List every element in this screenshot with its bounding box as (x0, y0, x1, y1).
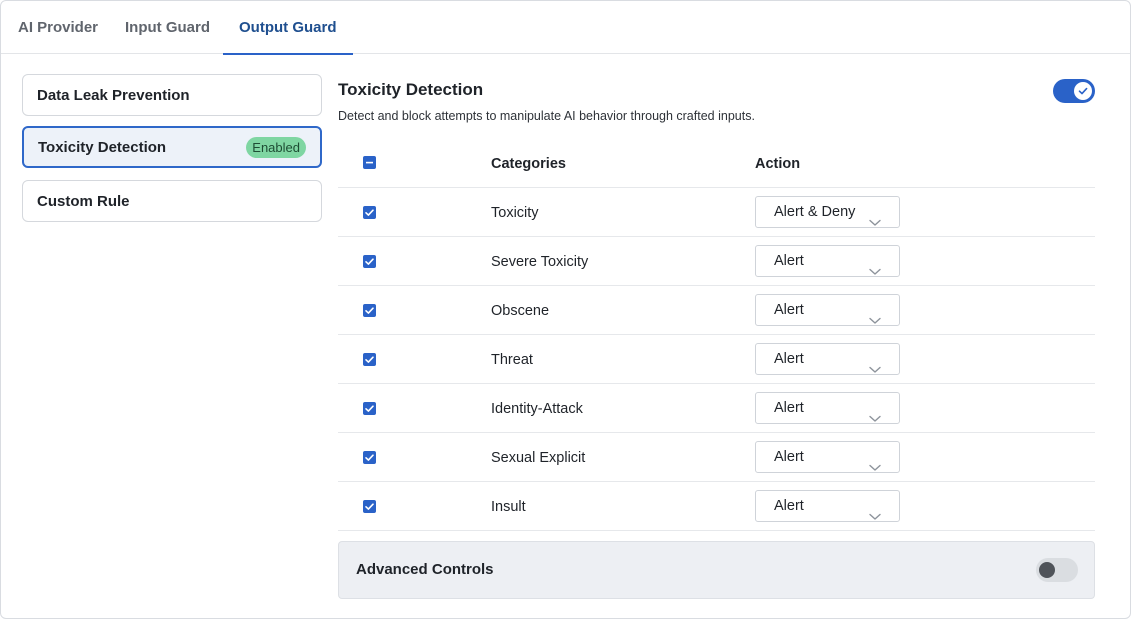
column-header-action: Action (755, 156, 801, 172)
category-name: Toxicity (491, 205, 539, 221)
check-icon (365, 258, 374, 265)
chevron-down-icon (869, 355, 881, 386)
category-name: Sexual Explicit (491, 450, 586, 466)
toggle-knob (1039, 562, 1055, 578)
table-row: Threat Alert (338, 335, 1095, 384)
toggle-knob (1074, 82, 1092, 100)
tab-output-guard[interactable]: Output Guard (223, 1, 353, 55)
action-select[interactable]: Alert (755, 441, 900, 473)
section-title: Toxicity Detection (338, 80, 484, 99)
action-select-value: Alert (774, 302, 804, 318)
action-select[interactable]: Alert (755, 245, 900, 277)
table-row: Obscene Alert (338, 286, 1095, 335)
category-name: Threat (491, 352, 533, 368)
category-checkbox[interactable] (363, 304, 376, 317)
check-icon (365, 209, 374, 216)
section-description: Detect and block attempts to manipulate … (338, 109, 755, 123)
action-select[interactable]: Alert (755, 294, 900, 326)
category-name: Obscene (491, 303, 550, 319)
chevron-down-icon (869, 453, 881, 484)
action-select-value: Alert (774, 253, 804, 269)
advanced-controls-toggle[interactable] (1036, 558, 1078, 582)
table-body: Toxicity Alert & Deny Severe Toxicity Alert… (338, 188, 1095, 531)
check-icon (365, 503, 374, 510)
toxicity-detection-toggle[interactable] (1053, 79, 1095, 103)
table-row: Insult Alert (338, 482, 1095, 531)
sidebar-item-label: Toxicity Detection (38, 139, 167, 156)
action-select-value: Alert (774, 351, 804, 367)
settings-panel: AI Provider Input Guard Output Guard Dat… (0, 0, 1131, 619)
table-row: Identity-Attack Alert (338, 384, 1095, 433)
action-select-value: Alert (774, 449, 804, 465)
table-row: Toxicity Alert & Deny (338, 188, 1095, 237)
category-checkbox[interactable] (363, 255, 376, 268)
chevron-down-icon (869, 404, 881, 435)
tab-input-guard[interactable]: Input Guard (109, 1, 226, 54)
tab-bar: AI Provider Input Guard Output Guard (1, 1, 1130, 55)
check-icon (365, 405, 374, 412)
category-name: Insult (491, 499, 526, 515)
action-select[interactable]: Alert (755, 343, 900, 375)
action-select[interactable]: Alert (755, 392, 900, 424)
table-row: Sexual Explicit Alert (338, 433, 1095, 482)
check-icon (365, 356, 374, 363)
status-badge: Enabled (246, 137, 306, 158)
category-name: Identity-Attack (491, 401, 583, 417)
minus-icon (366, 161, 373, 164)
check-icon (365, 454, 374, 461)
chevron-down-icon (869, 306, 881, 337)
select-all-checkbox[interactable] (363, 156, 376, 169)
category-checkbox[interactable] (363, 206, 376, 219)
table-header: Categories Action (338, 139, 1095, 188)
action-select-value: Alert & Deny (774, 204, 856, 220)
category-name: Severe Toxicity (491, 254, 589, 270)
table-row: Severe Toxicity Alert (338, 237, 1095, 286)
sidebar-item-label: Custom Rule (37, 193, 130, 210)
category-checkbox[interactable] (363, 402, 376, 415)
category-checkbox[interactable] (363, 353, 376, 366)
check-icon (1078, 87, 1088, 95)
category-checkbox[interactable] (363, 500, 376, 513)
advanced-controls-label: Advanced Controls (356, 561, 494, 578)
sidebar-item-data-leak-prevention[interactable]: Data Leak Prevention (22, 74, 322, 116)
tab-ai-provider[interactable]: AI Provider (2, 1, 114, 54)
check-icon (365, 307, 374, 314)
action-select-value: Alert (774, 498, 804, 514)
sidebar-item-toxicity-detection[interactable]: Toxicity Detection Enabled (22, 126, 322, 168)
chevron-down-icon (869, 502, 881, 533)
column-header-categories: Categories (491, 156, 566, 172)
category-checkbox[interactable] (363, 451, 376, 464)
categories-table: Categories Action Toxicity Alert & Deny Se… (338, 139, 1095, 531)
action-select[interactable]: Alert & Deny (755, 196, 900, 228)
sidebar-item-label: Data Leak Prevention (37, 87, 190, 104)
sidebar-item-custom-rule[interactable]: Custom Rule (22, 180, 322, 222)
chevron-down-icon (869, 208, 881, 239)
action-select[interactable]: Alert (755, 490, 900, 522)
action-select-value: Alert (774, 400, 804, 416)
chevron-down-icon (869, 257, 881, 288)
advanced-controls-panel: Advanced Controls (338, 541, 1095, 599)
